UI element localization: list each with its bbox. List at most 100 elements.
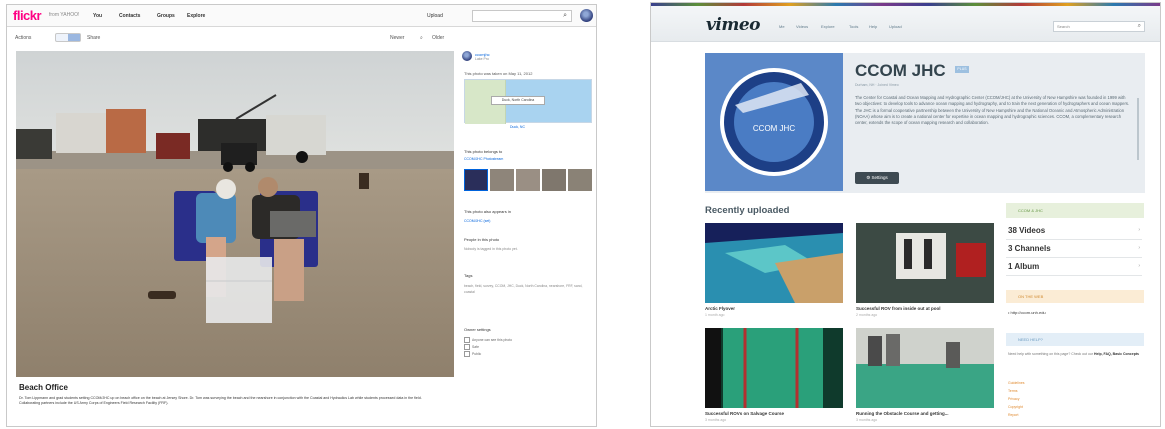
vimeo-logo[interactable]: vimeo <box>706 15 760 35</box>
owner-setting[interactable]: Safe <box>464 344 479 350</box>
arctic-flyover-thumb <box>705 223 843 303</box>
nav-explore[interactable]: Explore <box>821 24 835 29</box>
settings-button[interactable]: ⚙ Settings <box>855 172 899 184</box>
nav-videos[interactable]: Videos <box>796 24 808 29</box>
help-link[interactable]: Help, FAQ, Basic Concepts <box>1094 352 1139 356</box>
flickr-logo[interactable]: flickr <box>13 8 42 23</box>
avatar[interactable] <box>580 9 593 22</box>
stat-albums[interactable]: 1 Album › <box>1006 258 1142 276</box>
upload-link[interactable]: Upload <box>427 13 443 19</box>
thumbnail[interactable] <box>542 169 566 191</box>
map-place-link[interactable]: Duck, NC <box>510 125 525 129</box>
location-map[interactable]: Duck, North Carolina <box>464 79 592 124</box>
main-photo[interactable] <box>16 51 454 377</box>
right-rail: CCOM & JHC 38 Videos › 3 Channels › 1 Al… <box>1006 203 1144 426</box>
photostream-link[interactable]: CCOM/JHC Photostream <box>464 157 503 161</box>
thumbnail[interactable] <box>516 169 540 191</box>
footer-link[interactable]: Copyright <box>1008 405 1023 409</box>
rail-section-head: CCOM & JHC <box>1006 203 1144 218</box>
view-toggle[interactable] <box>55 33 81 42</box>
flickr-logo-sub: from YAHOO! <box>49 12 80 18</box>
taken-date: This photo was taken on May 11, 2012 <box>464 71 533 76</box>
channel-badge: CCOM JHC <box>705 53 843 191</box>
share-menu[interactable]: Share <box>87 35 100 41</box>
help-text: Need help with something on this page? C… <box>1008 352 1140 357</box>
search-icon[interactable]: ⌕ <box>1138 23 1141 30</box>
obstacle-course-thumb <box>856 328 994 408</box>
search-input[interactable]: Search ⌕ <box>1053 21 1145 32</box>
channel-profile: CCOM JHC CCOM JHC PLUS Durham, NH · Join… <box>705 53 1145 193</box>
owner-setting[interactable]: Anyone can see this photo <box>464 337 512 343</box>
video-age: 3 months ago <box>856 418 878 422</box>
owner-setting[interactable]: Public <box>464 351 481 357</box>
video-title[interactable]: Successful ROV from inside out at pool <box>856 306 941 311</box>
nav-groups[interactable]: Groups <box>157 13 175 19</box>
chevron-right-icon: › <box>1138 227 1140 233</box>
video-title[interactable]: Successful ROVs on Salvage Course <box>705 411 784 416</box>
tags-list[interactable]: beach, field, survey, CCOM, JHC, Duck, N… <box>464 283 592 295</box>
search-icon[interactable]: ⌕ <box>563 12 567 20</box>
people-heading: People in this photo <box>464 237 500 242</box>
actions-menu[interactable]: Actions <box>15 35 31 41</box>
owner-sub: Lake Pro <box>475 57 490 61</box>
flickr-logo-text: flickr <box>13 8 42 23</box>
nav-tools[interactable]: Tools <box>849 24 858 29</box>
photostream-thumbnails <box>464 169 594 191</box>
on-the-web-head: ON THE WEB <box>1006 290 1144 303</box>
nav-contacts[interactable]: Contacts <box>119 13 140 19</box>
video-age: 3 months ago <box>705 418 727 422</box>
context-heading: This photo also appears in <box>464 209 511 214</box>
video-card[interactable]: Successful ROVs on Salvage Course 3 mont… <box>705 328 843 426</box>
nav-me[interactable]: Me <box>779 24 785 29</box>
newer-button[interactable]: Newer <box>390 35 404 41</box>
nav-you[interactable]: You <box>93 13 102 19</box>
set-link[interactable]: CCOM/JHC (set) <box>464 219 490 223</box>
stat-label: 1 Album <box>1008 262 1040 271</box>
stat-label: 3 Channels <box>1008 244 1051 253</box>
beach-office-photo <box>16 51 454 377</box>
need-help-head: NEED HELP? <box>1006 333 1144 346</box>
nav-upload[interactable]: Upload <box>889 24 902 29</box>
thumbnail[interactable] <box>490 169 514 191</box>
video-card[interactable]: Successful ROV from inside out at pool 2… <box>856 223 994 323</box>
older-button[interactable]: Older <box>432 35 444 41</box>
chevron-right-icon: › <box>1138 263 1140 269</box>
web-link-text: http://ccom.unh.edu <box>1010 310 1046 315</box>
people-sub: Nobody is tagged in this photo yet. <box>464 247 518 251</box>
video-thumbnail[interactable] <box>705 328 843 408</box>
video-thumbnail[interactable] <box>856 223 994 303</box>
bio-scrollbar[interactable] <box>1137 98 1139 160</box>
rov-pool-thumb <box>856 223 994 303</box>
nav-help[interactable]: Help <box>869 24 877 29</box>
video-card[interactable]: Arctic Flyover 1 month ago <box>705 223 843 323</box>
footer-link[interactable]: Privacy <box>1008 397 1019 401</box>
footer-link[interactable]: Guidelines <box>1008 381 1025 385</box>
search-placeholder: Search <box>1057 24 1070 29</box>
channel-bio: The Center for Coastal and Ocean Mapping… <box>855 95 1130 126</box>
salvage-course-thumb <box>705 328 843 408</box>
search-input[interactable]: ⌕ <box>472 10 572 22</box>
stat-channels[interactable]: 3 Channels › <box>1006 240 1142 258</box>
video-thumbnail[interactable] <box>705 223 843 303</box>
vimeo-window: vimeo Me Videos Explore Tools Help Uploa… <box>650 2 1161 427</box>
thumbnail[interactable] <box>568 169 592 191</box>
video-age: 2 months ago <box>856 313 878 317</box>
video-title[interactable]: Running the Obstacle Course and getting.… <box>856 411 949 416</box>
recently-uploaded-heading: Recently uploaded <box>705 205 790 216</box>
nav-explore[interactable]: Explore <box>187 13 205 19</box>
rail-section-title: CCOM & JHC <box>1018 208 1043 213</box>
web-link[interactable]: • http://ccom.unh.edu <box>1008 310 1046 315</box>
owner-avatar[interactable] <box>462 51 472 61</box>
video-card[interactable]: Running the Obstacle Course and getting.… <box>856 328 994 426</box>
video-thumbnail[interactable] <box>856 328 994 408</box>
thumbnail[interactable] <box>464 169 488 191</box>
stat-videos[interactable]: 38 Videos › <box>1006 222 1142 240</box>
footer-link[interactable]: Terms <box>1008 389 1018 393</box>
photo-sidebar: ccomjhc Lake Pro This photo was taken on… <box>462 51 595 423</box>
footer-link[interactable]: Report <box>1008 413 1019 417</box>
zoom-icon[interactable]: ⌕ <box>420 35 423 41</box>
plus-badge: PLUS <box>955 66 969 73</box>
chevron-right-icon: › <box>1138 245 1140 251</box>
flickr-window: flickr from YAHOO! You Contacts Groups E… <box>6 4 597 427</box>
video-title[interactable]: Arctic Flyover <box>705 306 735 311</box>
